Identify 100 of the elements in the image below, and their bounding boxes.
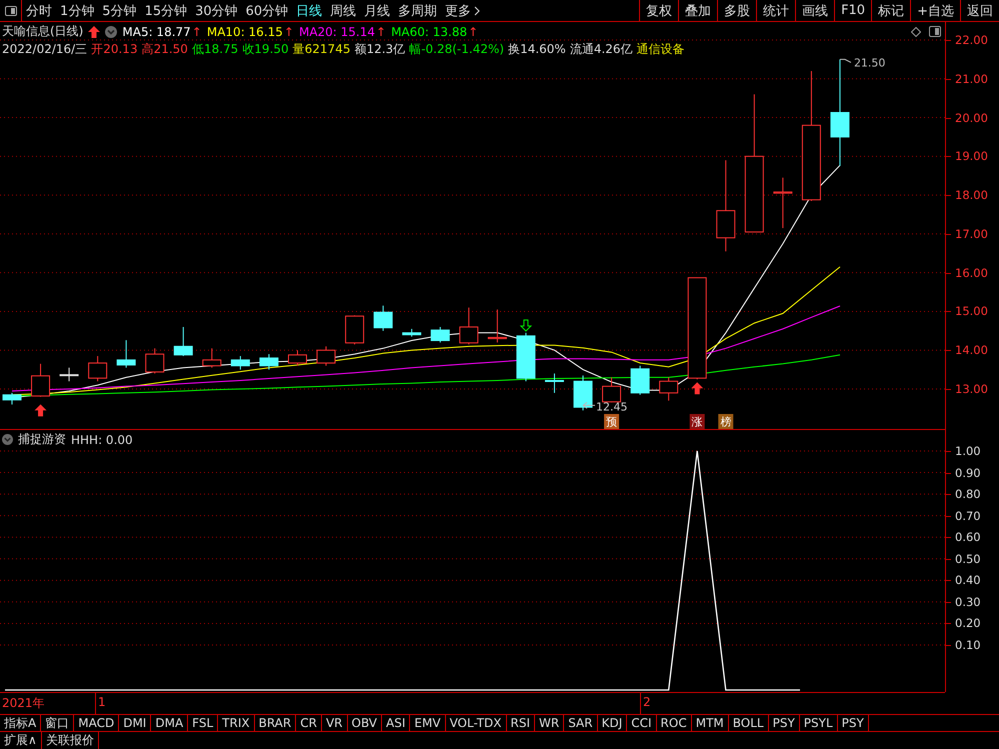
diamond-icon[interactable] (911, 26, 921, 36)
candlestick (145, 348, 164, 374)
trend-arrow: ↑ (376, 24, 386, 38)
axis-label: 20.00 (955, 110, 988, 125)
toolbar-button[interactable]: 标记 (871, 0, 910, 21)
axis-label: 14.00 (955, 343, 988, 358)
chevron-icon (474, 6, 480, 16)
up-arrow-icon (88, 26, 100, 38)
toolbar-button[interactable]: 返回 (960, 0, 999, 21)
date-axis-label: 2 (643, 695, 651, 709)
axis-label: 1.00 (955, 444, 981, 458)
period-tab[interactable]: 5分钟 (98, 0, 141, 21)
indicator-name: 捕捉游资 (18, 431, 66, 448)
indicator-tab[interactable]: BOLL (728, 715, 769, 731)
indicator-tab[interactable]: WR (535, 715, 564, 731)
chevron-circle-icon[interactable] (105, 26, 118, 38)
toolbar-button[interactable]: 复权 (639, 0, 678, 21)
toolbar-button[interactable]: 多股 (717, 0, 756, 21)
period-tab[interactable]: 日线 (292, 0, 326, 21)
bottom-tab[interactable]: 关联报价 (42, 732, 99, 749)
more-button[interactable]: 更多 (441, 0, 484, 21)
toolbar-button[interactable]: 画线 (795, 0, 834, 21)
quote-field: 幅-0.28(-1.42%) (409, 41, 504, 58)
indicator-tab[interactable]: MTM (692, 715, 729, 731)
indicator-tab[interactable]: CR (296, 715, 322, 731)
quote-field: 2022/02/16/三 (2, 41, 88, 58)
candlestick (459, 307, 478, 345)
candlestick (2, 392, 22, 406)
indicator-tab[interactable]: PSY (768, 715, 800, 731)
indicator-tab[interactable]: KDJ (598, 715, 628, 731)
toolbar-button[interactable]: 叠加 (678, 0, 718, 21)
toolbar-button[interactable]: +自选 (910, 0, 960, 21)
panel-toggle-icon[interactable] (929, 26, 941, 37)
bottom-tab[interactable]: 扩展∧ (0, 732, 42, 749)
signal-tag: 涨 (690, 414, 705, 429)
chevron-circle-icon[interactable] (2, 434, 13, 445)
ma-readout: MA5: 18.77 (122, 24, 191, 38)
period-tab[interactable]: 15分钟 (140, 0, 192, 21)
trend-arrow: ↑ (284, 24, 294, 38)
quote-field: 高21.50 (142, 41, 188, 58)
candlestick (602, 376, 622, 403)
quote-field: 量621745 (292, 41, 350, 58)
axis-label: 0.90 (955, 466, 981, 480)
indicator-tab[interactable]: BRAR (254, 715, 296, 731)
axis-label: 0.30 (955, 594, 981, 609)
period-tab[interactable]: 1分钟 (56, 0, 98, 21)
axis-label: 21.00 (955, 72, 988, 86)
indicator-tab[interactable]: TRIX (218, 715, 255, 731)
candlestick (430, 326, 450, 343)
up-arrow-icon (34, 404, 47, 416)
date-axis-label: 1 (98, 695, 106, 709)
axis-label: 22.00 (955, 33, 988, 47)
trend-arrow: ↑ (192, 24, 202, 38)
indicator-tab[interactable]: VOL-TDX (446, 715, 506, 731)
axis-label: 18.00 (955, 188, 988, 202)
indicator-tab[interactable]: ASI (382, 715, 410, 731)
indicator-tab[interactable]: 指标A (0, 715, 42, 731)
candlestick (630, 365, 650, 396)
period-tab[interactable]: 多周期 (394, 0, 442, 21)
candlestick (288, 350, 307, 366)
quote-field: 换14.60% (508, 41, 566, 58)
indicator-tab[interactable]: FSL (188, 715, 218, 731)
candlestick (174, 326, 193, 357)
candlestick (488, 309, 507, 343)
indicator-tab[interactable]: SAR (564, 715, 598, 731)
indicator-tab[interactable]: DMA (151, 715, 188, 731)
indicator-tab[interactable]: MACD (74, 715, 120, 731)
period-tab[interactable]: 月线 (360, 0, 394, 21)
indicator-tab[interactable]: OBV (348, 715, 382, 731)
toolbar-button[interactable]: F10 (834, 0, 872, 21)
candlestick (88, 356, 108, 382)
period-tab[interactable]: 30分钟 (191, 0, 242, 21)
candlestick (116, 340, 136, 368)
quote-field: 低18.75 (192, 41, 238, 58)
candlestick (259, 354, 278, 370)
indicator-tab[interactable]: RSI (506, 715, 535, 731)
ma-readout: MA10: 16.15 (206, 24, 283, 38)
indicator-tab[interactable]: CCI (627, 715, 657, 731)
indicator-tab[interactable]: PSY (838, 715, 869, 731)
period-tab[interactable]: 60分钟 (242, 0, 292, 21)
indicator-tab[interactable]: ROC (656, 715, 692, 731)
axis-label: 0.40 (955, 573, 981, 588)
indicator-tab[interactable]: PSYL (800, 715, 838, 731)
quote-field: 流通4.26亿 (570, 41, 633, 58)
trend-arrow: ↑ (468, 24, 478, 38)
indicator-tab[interactable]: EMV (410, 715, 446, 731)
candlestick (60, 367, 79, 382)
axis-label: 17.00 (955, 226, 988, 241)
indicator-tab[interactable]: DMI (119, 715, 152, 731)
axis-label: 15.00 (955, 304, 988, 318)
leader-line (839, 58, 852, 63)
axis-label: 19.00 (955, 149, 988, 164)
candlestick (202, 348, 222, 368)
indicator-tab[interactable]: 窗口 (41, 715, 74, 731)
period-tab[interactable]: 分时 (22, 0, 56, 21)
indicator-tab[interactable]: VR (322, 715, 348, 731)
candlestick (374, 305, 393, 332)
period-tab[interactable]: 周线 (326, 0, 360, 21)
axis-label: 0.70 (955, 508, 981, 523)
toolbar-button[interactable]: 统计 (756, 0, 796, 21)
